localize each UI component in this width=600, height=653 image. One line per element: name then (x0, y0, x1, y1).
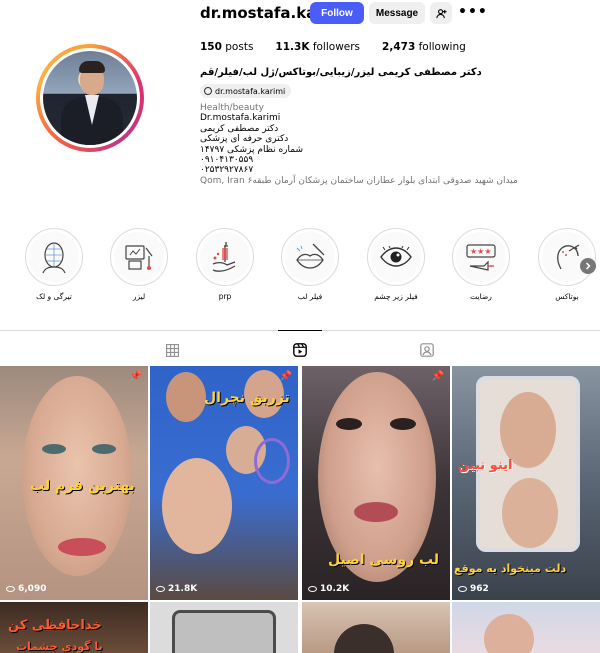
reels-icon (293, 343, 307, 357)
reel-caption: لب روسی اصیل (328, 552, 440, 568)
chevron-right-icon (585, 262, 591, 270)
reel-views: 10.2K (308, 584, 349, 594)
bio-line: شماره نظام پزشکی ۱۴۷۹۷ (200, 144, 303, 155)
highlight-label: بوتاکس (555, 292, 579, 301)
face-grid-icon (42, 242, 66, 274)
reel-tile[interactable]: خداحافظی کن با گودی چشمات (0, 602, 148, 653)
bio-location[interactable]: Qom, Iran میدان شهید صدوقی ابتدای بلوار … (200, 176, 518, 186)
highlight-item[interactable]: فیلر زیر چشم (365, 228, 427, 301)
reel-tile[interactable] (452, 602, 600, 653)
more-options-button[interactable]: ••• (458, 4, 488, 20)
reel-tile[interactable]: 📌 بهترین فرم لب 6,090 (0, 366, 148, 600)
eye-icon (380, 246, 412, 267)
bio-line: ۰۲۵۳۲۹۲۷۸۶۷ (200, 165, 254, 176)
reel-caption-secondary: دلت مینخواد یه موقع (454, 562, 567, 575)
eye-icon (156, 586, 165, 592)
eye-icon (308, 586, 317, 592)
highlight-item[interactable]: تیرگی و لک (23, 228, 85, 301)
rating-stars-icon: ★★★ (466, 244, 496, 271)
highlight-label: فیلر لب (297, 292, 323, 301)
bio-line: دکتر مصطفی کریمی (200, 123, 279, 134)
pin-icon: 📌 (279, 371, 292, 382)
syringe-hand-icon (212, 242, 236, 272)
tab-reels[interactable] (292, 342, 308, 358)
highlight-label: فیلر زیر چشم (374, 292, 418, 301)
tagged-icon (420, 343, 434, 357)
threads-badge[interactable]: dr.mostafa.karimi (200, 84, 292, 98)
reel-views: 962 (458, 584, 489, 594)
highlight-item[interactable]: prp (194, 228, 256, 301)
reel-caption: بهترین فرم لب (30, 478, 135, 494)
highlight-label: لیزر (132, 292, 146, 301)
reel-tile[interactable]: 📌 تزریق نچرال 21.8K (150, 366, 298, 600)
threads-icon (204, 87, 212, 95)
reel-tile[interactable] (302, 602, 450, 653)
reel-caption: اینو نبین (458, 458, 513, 473)
highlight-label: prp (218, 292, 232, 301)
highlight-item[interactable]: لیزر (108, 228, 170, 301)
highlight-label: تیرگی و لک (36, 292, 72, 301)
profile-stats: 150 posts 11.3K followers 2,473 followin… (200, 41, 488, 53)
reel-tile[interactable]: 📌 لب روسی اصیل 10.2K (302, 366, 450, 600)
add-person-icon (435, 8, 447, 18)
tab-tagged[interactable] (419, 342, 435, 358)
reel-caption: خداحافظی کن (8, 618, 102, 633)
bio-category: Health/beauty (200, 103, 264, 113)
highlight-label: رضایت (470, 292, 492, 301)
bio-line: دکتری حرفه ای پزشکی (200, 134, 289, 145)
bio-line: ۰۹۱۰۴۱۳۰۵۵۹ (200, 155, 254, 166)
highlight-item[interactable]: فیلر لب (279, 228, 341, 301)
following-stat[interactable]: 2,473 following (382, 41, 466, 53)
reel-caption: تزریق نچرال (204, 390, 290, 406)
suggested-users-button[interactable] (430, 2, 452, 24)
svg-text:★★★: ★★★ (470, 247, 492, 256)
profile-bio: Health/beauty Dr.mostafa.karimi دکتر مصط… (200, 103, 518, 186)
followers-stat[interactable]: 11.3K followers (275, 41, 360, 53)
message-button[interactable]: Message (369, 2, 425, 24)
reel-caption-secondary: با گودی چشمات (16, 640, 103, 653)
reel-tile[interactable]: اینو نبین دلت مینخواد یه موقع 962 (452, 366, 600, 600)
profile-full-name: دکتر مصطفی کریمی لیزر/زیبایی/بوتاکس/ژل ل… (200, 67, 482, 78)
grid-icon (165, 343, 179, 357)
tab-posts[interactable] (164, 342, 180, 358)
follow-button[interactable]: Follow (310, 2, 364, 24)
eye-icon (458, 586, 467, 592)
posts-stat[interactable]: 150 posts (200, 41, 253, 53)
reel-tile[interactable] (150, 602, 298, 653)
reel-views: 21.8K (156, 584, 197, 594)
pin-icon: 📌 (129, 371, 142, 382)
laser-device-icon (125, 245, 153, 270)
botox-face-icon (557, 244, 580, 270)
bio-line: Dr.mostafa.karimi (200, 113, 281, 124)
reel-views: 6,090 (6, 584, 46, 594)
highlight-item[interactable]: ★★★ رضایت (450, 228, 512, 301)
profile-avatar[interactable] (40, 48, 140, 148)
lips-filler-icon (296, 243, 325, 269)
highlights-next-button[interactable] (580, 258, 596, 274)
eye-icon (6, 586, 15, 592)
pin-icon: 📌 (431, 371, 444, 382)
active-tab-indicator (278, 330, 322, 331)
